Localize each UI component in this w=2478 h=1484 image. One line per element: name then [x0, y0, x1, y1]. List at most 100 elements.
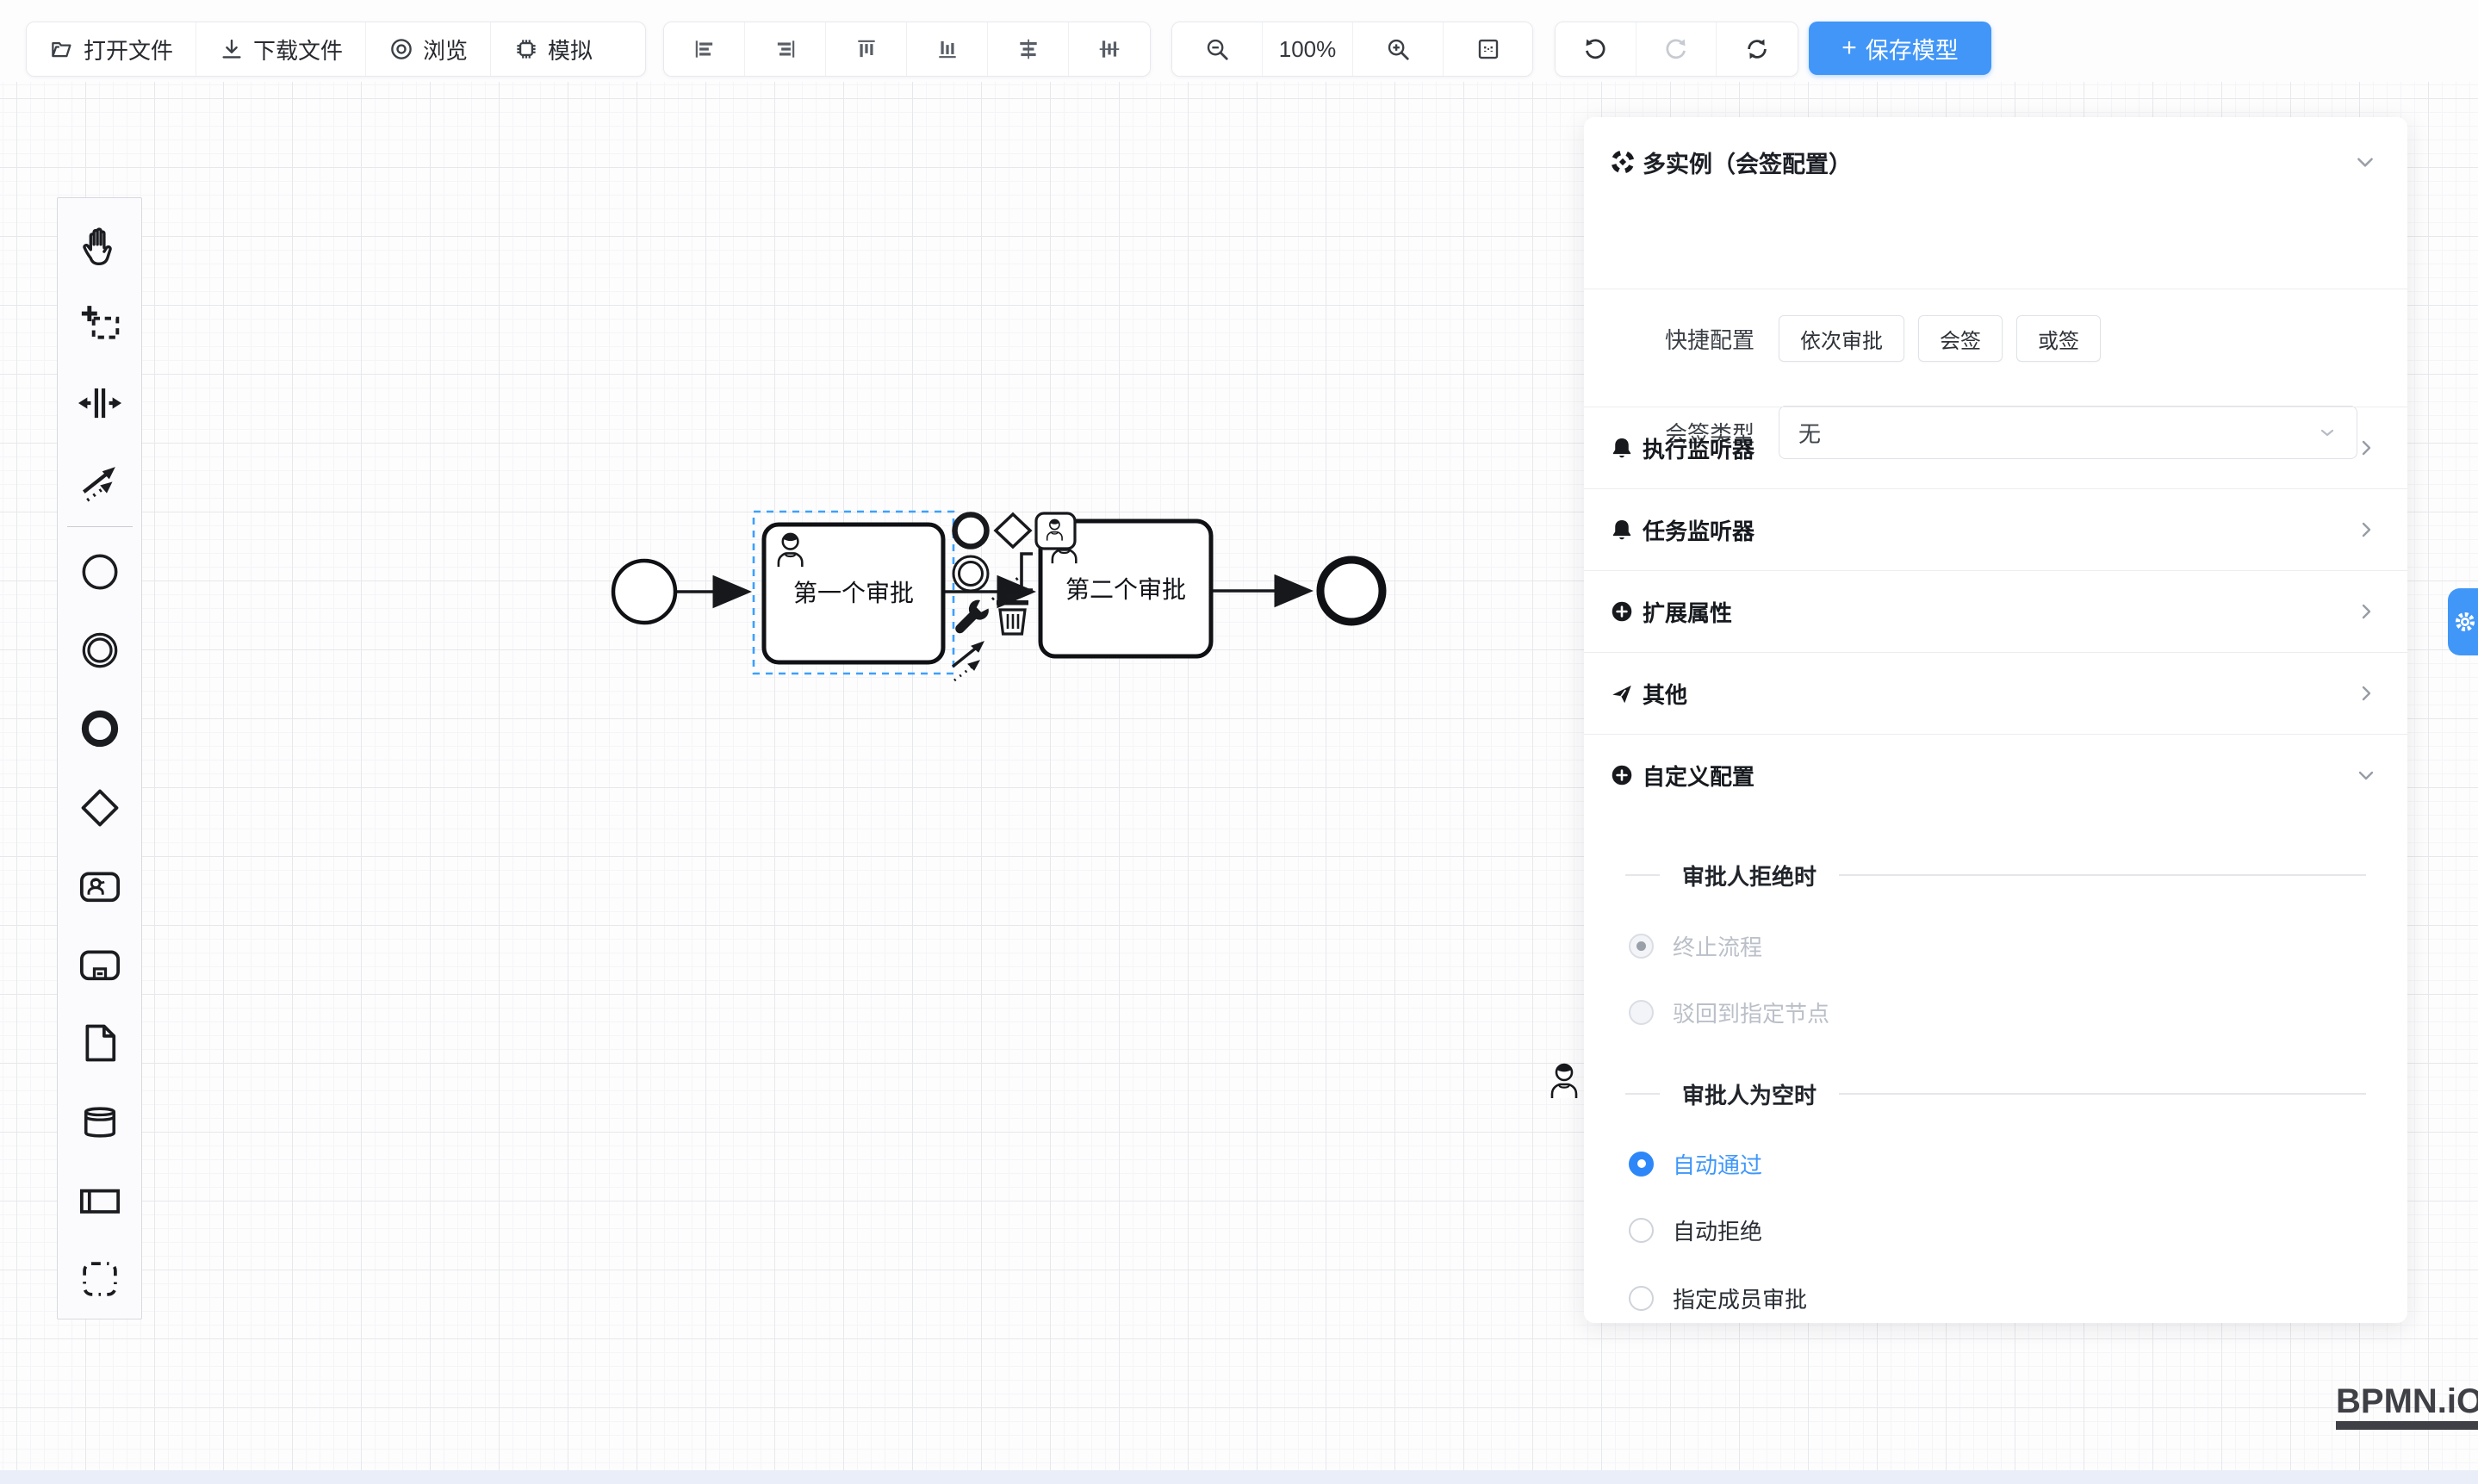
plus-circle-icon — [1610, 599, 1634, 624]
change-type-wrench-icon[interactable] — [955, 600, 989, 634]
radio-auto-reject[interactable]: 自动拒绝 — [1629, 1213, 1762, 1247]
end-event-icon — [78, 706, 122, 751]
create-start-event[interactable] — [60, 532, 140, 611]
empty-header-label: 审批人为空时 — [1682, 1078, 1817, 1110]
preview-button[interactable]: 浏览 — [366, 22, 491, 76]
palette-separator — [67, 526, 133, 527]
section-extended-attributes[interactable]: 扩展属性 — [1584, 570, 2407, 652]
quick-option-orsign[interactable]: 或签 — [2016, 315, 2101, 362]
settings-tab[interactable] — [2448, 588, 2478, 655]
quick-config-label: 快捷配置 — [1610, 323, 1779, 355]
radio-terminate-process[interactable]: 终止流程 — [1629, 928, 1762, 963]
global-connect-tool[interactable] — [60, 443, 140, 521]
append-end-event-icon[interactable] — [955, 515, 987, 547]
fit-viewport-icon — [1475, 36, 1501, 62]
bell-icon — [1610, 436, 1634, 460]
redo-button[interactable] — [1636, 22, 1717, 76]
radio-label: 自动拒绝 — [1673, 1214, 1762, 1246]
create-gateway[interactable] — [60, 768, 140, 847]
properties-panel: 多实例（会签配置） 快捷配置 依次审批 会签 或签 会签类型 无 执行监 — [1584, 117, 2407, 1323]
task2-label: 第二个审批 — [1065, 576, 1186, 603]
radio-auto-pass[interactable]: 自动通过 — [1629, 1146, 1762, 1181]
delete-trash-icon[interactable] — [997, 594, 1028, 634]
quick-option-countersign[interactable]: 会签 — [1918, 315, 2003, 362]
section-custom-config[interactable]: 自定义配置 — [1584, 734, 2407, 816]
multi-instance-header[interactable]: 多实例（会签配置） — [1584, 138, 2407, 186]
create-call-activity[interactable] — [60, 926, 140, 1004]
align-left-button[interactable] — [664, 22, 745, 76]
radio-label: 指定成员审批 — [1673, 1282, 1807, 1314]
user-task-icon — [78, 864, 122, 909]
radio-assign-member[interactable]: 指定成员审批 — [1629, 1281, 1807, 1315]
align-center-horizontal-button[interactable] — [988, 22, 1069, 76]
radio-label: 终止流程 — [1673, 930, 1762, 962]
align-top-icon — [854, 37, 879, 61]
align-bottom-icon — [935, 37, 960, 61]
radio-checked — [1629, 1152, 1654, 1177]
lasso-tool[interactable] — [60, 285, 140, 363]
create-data-object[interactable] — [60, 1004, 140, 1083]
save-model-label: 保存模型 — [1866, 32, 1959, 65]
eye-icon — [388, 36, 414, 62]
chevron-right-icon — [2356, 519, 2376, 540]
create-user-task[interactable] — [60, 847, 140, 925]
append-user-task-icon[interactable] — [1036, 513, 1075, 549]
undo-button[interactable] — [1556, 22, 1636, 76]
call-activity-icon — [78, 942, 122, 987]
zoom-group: 100% — [1171, 22, 1533, 77]
radio-unchecked-disabled — [1629, 1000, 1654, 1025]
end-event[interactable] — [1320, 560, 1382, 622]
create-end-event[interactable] — [60, 690, 140, 768]
radio-return-to-node[interactable]: 驳回到指定节点 — [1629, 995, 1829, 1029]
hand-tool[interactable] — [60, 207, 140, 285]
quick-option-sequential[interactable]: 依次审批 — [1779, 315, 1904, 362]
radio-label: 驳回到指定节点 — [1673, 997, 1829, 1028]
send-icon — [1610, 681, 1634, 705]
data-store-icon — [78, 1100, 122, 1145]
align-bottom-button[interactable] — [907, 22, 988, 76]
simulate-button[interactable]: 模拟 — [491, 22, 615, 76]
connect-arrows-icon[interactable] — [953, 642, 984, 680]
bpmn-io-logo[interactable]: BPMN.iO — [2336, 1383, 2478, 1430]
align-group — [663, 22, 1151, 77]
fit-viewport-button[interactable] — [1444, 22, 1532, 76]
create-participant-pool[interactable] — [60, 1161, 140, 1239]
create-data-store[interactable] — [60, 1083, 140, 1161]
logo-text: BPMN.iO — [2336, 1382, 2478, 1420]
align-center-vertical-button[interactable] — [1069, 22, 1150, 76]
start-event[interactable] — [613, 561, 675, 623]
save-model-button[interactable]: + 保存模型 — [1809, 22, 1991, 75]
bell-icon — [1610, 518, 1634, 542]
chevron-right-icon — [2356, 683, 2376, 704]
chevron-right-icon — [2356, 438, 2376, 458]
zoom-level[interactable]: 100% — [1263, 22, 1353, 76]
intermediate-event-icon — [78, 628, 122, 673]
append-intermediate-event-icon[interactable] — [953, 556, 988, 591]
plus-circle-icon — [1610, 763, 1634, 787]
zoom-out-button[interactable] — [1172, 22, 1263, 76]
create-group[interactable] — [60, 1240, 140, 1319]
open-file-button[interactable]: 打开文件 — [27, 22, 196, 76]
panel-title: 多实例（会签配置） — [1643, 146, 1852, 179]
gateway-icon — [78, 785, 122, 830]
align-left-icon — [692, 37, 717, 61]
pool-icon — [78, 1178, 122, 1223]
section-execution-listener[interactable]: 执行监听器 — [1584, 407, 2407, 488]
chip-icon — [513, 36, 539, 62]
section-task-listener[interactable]: 任务监听器 — [1584, 488, 2407, 570]
section-label: 任务监听器 — [1643, 514, 1754, 546]
section-label: 执行监听器 — [1643, 432, 1754, 464]
align-top-button[interactable] — [826, 22, 907, 76]
reject-sub-header: 审批人拒绝时 — [1584, 858, 2407, 892]
download-file-button[interactable]: 下载文件 — [196, 22, 366, 76]
open-file-label: 打开文件 — [84, 34, 173, 65]
folder-open-icon — [49, 36, 75, 62]
zoom-in-button[interactable] — [1353, 22, 1444, 76]
align-right-button[interactable] — [745, 22, 826, 76]
refresh-button[interactable] — [1717, 22, 1798, 76]
space-tool[interactable] — [60, 364, 140, 443]
append-gateway-icon[interactable] — [996, 514, 1030, 547]
hand-icon — [78, 224, 122, 269]
section-other[interactable]: 其他 — [1584, 652, 2407, 734]
create-intermediate-event[interactable] — [60, 611, 140, 689]
